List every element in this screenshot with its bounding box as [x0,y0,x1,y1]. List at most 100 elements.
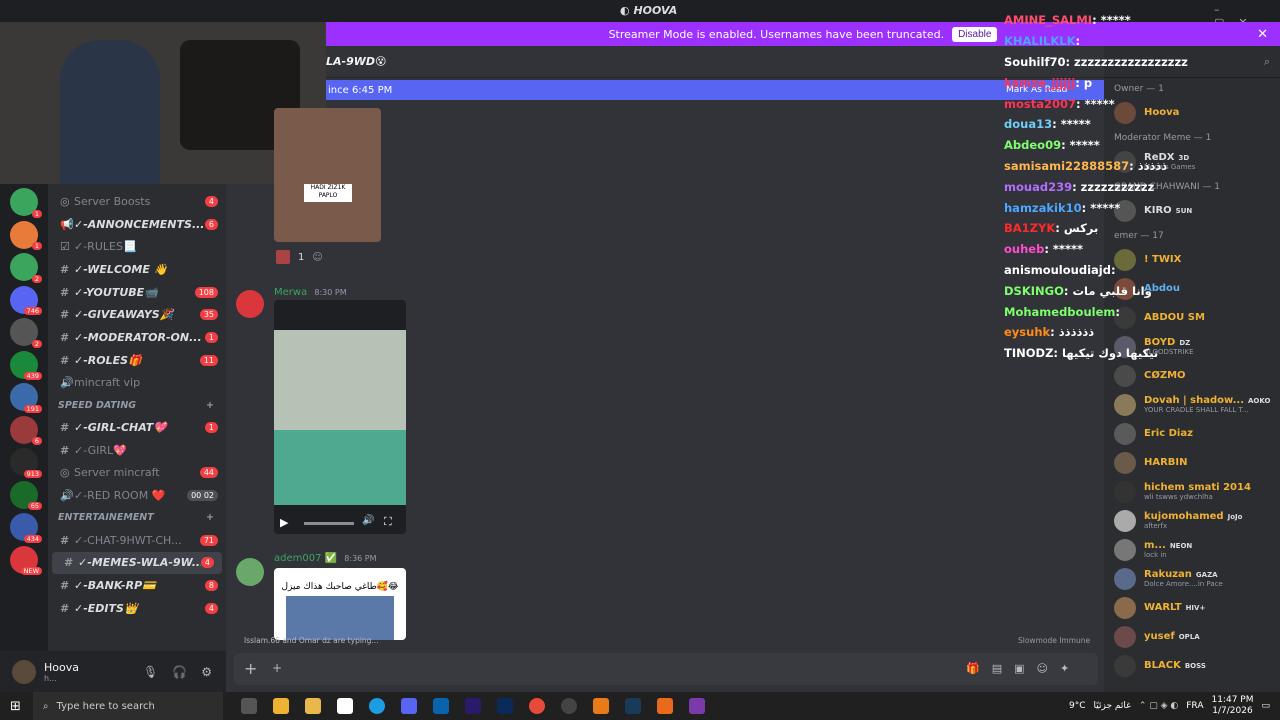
member-item[interactable]: hichem smati 2014 wli tswws ydwchlha [1104,477,1280,506]
server-icon[interactable]: 746 [0,285,48,319]
task-view-icon[interactable] [240,698,257,714]
windows-icon[interactable]: ⊞ [10,699,21,714]
member-name: Rakuzan [1144,569,1192,580]
channel-item[interactable]: # ✓-CHAT-9HWT-CH... 71 [48,529,226,552]
add-channel-icon[interactable]: + [206,512,214,523]
language-indicator[interactable]: FRA [1186,701,1203,711]
channel-item[interactable]: # ✓-GIVEAWAYS🎉 35 [48,303,226,326]
add-reaction-icon[interactable]: ☺ [312,252,322,263]
server-icon[interactable]: 2 [0,318,48,351]
gear-icon[interactable]: ⚙ [201,665,212,679]
volume-icon[interactable]: 🔊 [362,515,374,526]
fullscreen-icon[interactable]: ⛶ [384,515,392,529]
channel-item[interactable]: 🔊 mincraft vip [48,372,226,395]
new-messages-bar[interactable]: ince 6:45 PM Mark As Read [326,80,1104,100]
server-icon[interactable]: 1 [0,188,48,221]
member-item[interactable]: Dovah | shadow... AOKO YOUR CRADLE SHALL F… [1104,390,1280,419]
member-item[interactable]: kujomohamed JoJo afterfx [1104,506,1280,535]
server-icon[interactable]: 1 [0,220,48,254]
weather-text[interactable]: غائم جزئيًا [1094,701,1131,711]
member-item[interactable]: Eric Diaz [1104,419,1280,448]
member-item[interactable]: Rakuzan GAZA Dolce Amore....in Pace [1104,564,1280,593]
channel-item[interactable]: # ✓-GIRL💖 [48,439,226,462]
channel-item[interactable]: ◎ Server mincraft 44 [48,462,226,485]
server-icon[interactable]: 6 [0,415,48,449]
weather-temp[interactable]: 9°C [1069,701,1086,711]
store-icon[interactable] [272,698,289,714]
channel-category[interactable]: ENTERTAINEMENT + [48,507,226,529]
app-icon[interactable] [592,698,609,714]
premiere-icon[interactable] [464,698,481,714]
channel-item[interactable]: # ✓-MEMES-WLA-9W... 4 [52,551,222,575]
channel-name: ✓-WELCOME 👋 [74,262,168,276]
avatar[interactable] [236,558,264,586]
avatar[interactable] [12,659,36,684]
chrome-icon[interactable] [528,698,545,714]
add-attachment-icon[interactable]: + [244,659,257,678]
outlook-icon[interactable] [432,698,449,714]
message-author[interactable]: Merwa [274,287,307,298]
member-item[interactable]: m... NEON lock in [1104,535,1280,564]
message-author[interactable]: adem007 ✅ [274,553,337,564]
server-icon[interactable]: 191 [0,383,48,416]
channel-item[interactable]: # ✓-WELCOME 👋 [48,258,226,281]
apps-icon[interactable]: ✦ [1060,662,1069,675]
app-icon[interactable] [688,698,705,714]
obs-icon[interactable] [560,698,577,714]
notepad-icon[interactable] [336,698,353,714]
channel-item[interactable]: ◎ Server Boosts 4 [48,190,226,213]
channel-category[interactable]: SPEED DATING + [48,394,226,416]
channel-item[interactable]: # ✓-EDITS👑 4 [48,597,226,620]
gif-icon[interactable]: ▤ [992,662,1002,675]
message-image[interactable]: HADI ZIZ1K PAPLO [274,108,381,242]
sticker-icon[interactable]: ▣ [1014,662,1024,675]
server-icon[interactable]: NEW [0,545,48,579]
volume-slider[interactable] [304,522,354,525]
channel-item[interactable]: ☑ ✓-RULES📃 [48,235,226,258]
emoji-icon[interactable]: ☺ [1037,662,1048,675]
file-explorer-icon[interactable] [304,698,321,714]
plus-icon[interactable]: + [272,661,282,675]
channel-item[interactable]: # ✓-GIRL-CHAT💖 1 [48,416,226,439]
server-icon[interactable]: 913 [0,448,48,481]
notification-icon[interactable]: ▭ [1261,701,1270,711]
channel-item[interactable]: # ✓-YOUTUBE📹 108 [48,281,226,304]
server-icon[interactable]: 65 [0,480,48,514]
disable-button[interactable]: Disable [952,26,998,42]
add-channel-icon[interactable]: + [206,400,214,411]
member-item[interactable]: HARBIN [1104,448,1280,477]
app-icon[interactable] [656,698,673,714]
discord-avatar[interactable] [236,290,264,318]
search-icon[interactable]: ⌕ [1264,55,1270,69]
message-composer[interactable]: + + 🎁 ▤ ▣ ☺ ✦ [234,653,1098,685]
member-item[interactable]: WARLT HIV+ [1104,593,1280,622]
tray-icons[interactable]: ⌃ ▢ ◈ ◐ [1139,701,1178,711]
play-icon[interactable]: ▶ [280,516,288,529]
video-player[interactable]: ▶ 🔊 ⛶ [274,300,406,534]
photoshop-icon[interactable] [496,698,513,714]
steam-icon[interactable] [624,698,641,714]
channel-item[interactable]: 📢 ✓-ANNONCEMENTS... 6 [48,213,226,236]
clock[interactable]: 11:47 PM 1/7/2026 [1211,695,1253,717]
server-icon[interactable]: 439 [0,350,48,384]
channel-item[interactable]: # ✓-BANK-RP💳 8 [48,574,226,597]
member-item[interactable]: yusef OPLA [1104,622,1280,651]
reaction[interactable]: 1 ☺ [276,250,323,264]
gift-icon[interactable]: 🎁 [966,662,980,675]
close-icon[interactable]: ✕ [1257,27,1268,42]
channel-item[interactable]: # ✓-ROLES🎁 11 [48,349,226,372]
channel-item[interactable]: # ✓-MODERATOR-ON... 1 [48,326,226,349]
mic-icon[interactable]: 🎙 [143,665,158,679]
message-image[interactable]: طاغي صاحبك هذاك ميزل🥰😂 [274,568,406,640]
search-input[interactable]: ⌕ Type here to search [32,692,223,720]
server-icon[interactable]: 2 [0,253,48,286]
edge-icon[interactable] [368,698,385,714]
member-item[interactable]: BLACK BOSS [1104,651,1280,680]
member-item[interactable]: CØZMÖ [1104,361,1280,390]
channel-item[interactable]: 🔊 ✓-RED ROOM ❤️ 00 02 [48,484,226,507]
server-icon[interactable]: 434 [0,513,48,546]
overlay-chat-line: BA1ZYK : بركس [1004,218,1144,239]
headset-icon[interactable]: 🎧 [172,665,187,679]
discord-icon[interactable] [400,698,417,714]
overlay-username: Abdeo09 [1004,138,1062,153]
